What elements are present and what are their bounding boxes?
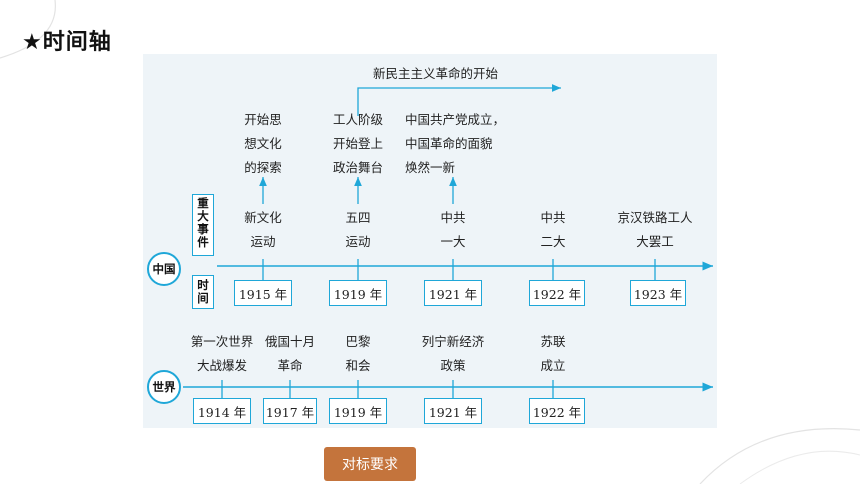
china-year-1915: 1915 年 <box>234 280 292 306</box>
world-event-1917: 俄国十月 革命 <box>264 334 315 373</box>
page-title: ★时间轴 <box>22 30 112 55</box>
world-event-1921: 列宁新经济 政策 <box>421 334 485 373</box>
world-year-1917: 1917 年 <box>263 398 317 424</box>
china-year-1922: 1922 年 <box>529 280 585 306</box>
world-event-1919: 巴黎 和会 <box>345 334 371 373</box>
world-event-1914: 第一次世界 大战爆发 <box>190 334 254 373</box>
china-year-1923: 1923 年 <box>630 280 686 306</box>
world-year-1922: 1922 年 <box>529 398 585 424</box>
annotation-3: 中国共产党成立， 中国革命的面貌 焕然一新 <box>405 112 506 175</box>
china-year-1919: 1919 年 <box>329 280 387 306</box>
events-row-label: 重 大 事 件 <box>192 194 214 256</box>
china-event-1919: 五四 运动 <box>345 210 371 249</box>
time-row-label: 时 间 <box>192 275 214 309</box>
china-event-1923: 京汉铁路工人 大罢工 <box>617 210 693 249</box>
china-event-1922: 中共 二大 <box>540 210 566 249</box>
timeline-diagram: 新民主主义革命的开始 开始思 想文化 的探索 工人阶级 开始登上 政治舞台 中国… <box>143 54 717 428</box>
china-badge: 中国 <box>147 252 181 286</box>
world-year-1914: 1914 年 <box>193 398 251 424</box>
china-event-1921: 中共 一大 <box>440 210 466 249</box>
requirements-button[interactable]: 对标要求 <box>324 447 416 481</box>
china-event-1915: 新文化 运动 <box>244 210 282 249</box>
china-year-1921: 1921 年 <box>424 280 482 306</box>
world-event-1922: 苏联 成立 <box>540 334 566 373</box>
annotation-2: 工人阶级 开始登上 政治舞台 <box>332 112 383 175</box>
world-year-1919: 1919 年 <box>329 398 387 424</box>
world-badge: 世界 <box>147 370 181 404</box>
annotation-1: 开始思 想文化 的探索 <box>244 112 282 175</box>
revolution-label: 新民主主义革命的开始 <box>373 66 499 81</box>
world-year-1921: 1921 年 <box>424 398 482 424</box>
